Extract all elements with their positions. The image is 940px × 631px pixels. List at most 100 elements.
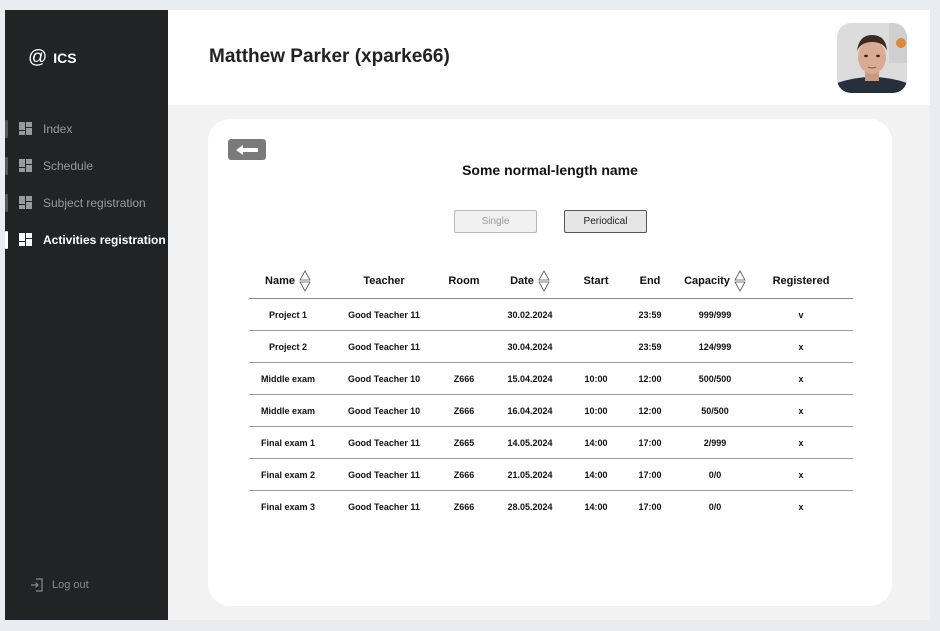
at-symbol-icon: @	[28, 47, 48, 68]
cell-registered[interactable]: v	[749, 310, 853, 320]
table-row[interactable]: Middle exam Good Teacher 10 Z666 15.04.2…	[249, 363, 853, 395]
cell-start: 14:00	[584, 469, 608, 480]
cell-capacity: 500/500	[698, 373, 732, 384]
nav-indicator	[5, 194, 8, 212]
cell-end: 23:59	[638, 309, 662, 320]
cell-teacher: Good Teacher 11	[348, 341, 420, 352]
cell-room: Z666	[453, 469, 475, 480]
cell-teacher: Good Teacher 10	[347, 405, 421, 416]
column-header-end: End	[639, 275, 661, 287]
column-header-teacher: Teacher	[363, 275, 405, 287]
cell-name: Middle exam	[260, 405, 316, 416]
cell-room: Z666	[453, 405, 475, 416]
table-row[interactable]: Middle exam Good Teacher 10 Z666 16.04.2…	[249, 395, 853, 427]
dashboard-icon	[19, 196, 32, 209]
avatar-photo	[837, 23, 907, 93]
table-row[interactable]: Project 2 Good Teacher 11 30.04.2024 23:…	[249, 331, 853, 363]
cell-date: 30.02.2024	[507, 309, 553, 320]
column-header-registered: Registered	[772, 275, 830, 287]
table-row[interactable]: Final exam 1 Good Teacher 11 Z665 14.05.…	[249, 427, 853, 459]
activities-table: Name Teacher Room Date Start End Capacit…	[249, 264, 853, 523]
app-window: @ ICS Index Schedule Subject registratio…	[5, 10, 930, 620]
cell-registered[interactable]: x	[749, 470, 853, 480]
cell-teacher: Good Teacher 11	[348, 437, 420, 448]
cell-teacher: Good Teacher 10	[347, 373, 421, 384]
sort-icon[interactable]	[734, 270, 746, 292]
cell-capacity: 50/500	[701, 405, 729, 416]
dashboard-icon	[19, 122, 32, 135]
cell-teacher: Good Teacher 11	[348, 309, 420, 320]
nav-indicator	[5, 120, 8, 138]
app-logo: @ ICS	[28, 47, 77, 69]
nav-indicator	[5, 157, 8, 175]
cell-registered[interactable]: x	[749, 374, 853, 384]
column-header-room: Room	[448, 275, 480, 287]
cell-start: 14:00	[584, 437, 608, 448]
cell-end: 17:00	[638, 502, 662, 512]
periodical-toggle-button[interactable]: Periodical	[564, 210, 647, 233]
logout-label: Log out	[52, 579, 89, 591]
sort-icon[interactable]	[538, 270, 550, 292]
cell-date: 28.05.2024	[507, 502, 553, 512]
app-logo-text: ICS	[53, 50, 77, 66]
cell-capacity: 0/0	[708, 469, 722, 480]
cell-start: 10:00	[584, 373, 608, 384]
single-toggle-button[interactable]: Single	[454, 210, 537, 233]
cell-start: 14:00	[584, 502, 608, 512]
avatar[interactable]	[837, 23, 907, 93]
table-row[interactable]: Final exam 3 Good Teacher 11 Z666 28.05.…	[249, 491, 853, 523]
page-header: Matthew Parker (xparke66)	[168, 10, 930, 105]
cell-start: 10:00	[584, 405, 608, 416]
cell-room: Z665	[453, 437, 475, 448]
cell-teacher: Good Teacher 11	[348, 502, 420, 512]
dashboard-icon	[19, 233, 32, 246]
cell-name: Middle exam	[260, 373, 316, 384]
sort-icon[interactable]	[299, 270, 311, 292]
table-row[interactable]: Project 1 Good Teacher 11 30.02.2024 23:…	[249, 299, 853, 331]
cell-teacher: Good Teacher 11	[348, 469, 420, 480]
back-button[interactable]	[228, 139, 266, 160]
page-title: Some normal-length name	[462, 162, 638, 178]
cell-name: Project 1	[268, 309, 308, 320]
cell-name: Project 2	[268, 341, 308, 352]
sidebar-item-label: Activities registration	[43, 232, 166, 247]
cell-registered[interactable]: x	[749, 406, 853, 416]
cell-registered[interactable]: x	[749, 342, 853, 352]
cell-name: Final exam 3	[260, 502, 316, 512]
cell-capacity: 2/999	[703, 437, 727, 448]
cell-end: 17:00	[638, 469, 662, 480]
cell-room: Z666	[453, 502, 475, 512]
sidebar-item-subject-registration[interactable]: Subject registration	[5, 184, 168, 221]
sidebar-item-label: Subject registration	[43, 195, 146, 210]
column-header-capacity[interactable]: Capacity	[681, 270, 749, 292]
cell-registered[interactable]: x	[749, 438, 853, 448]
sidebar-item-activities-registration[interactable]: Activities registration	[5, 221, 168, 258]
cell-capacity: 0/0	[708, 502, 722, 512]
sidebar-item-label: Schedule	[43, 158, 94, 173]
cell-end: 17:00	[638, 437, 662, 448]
cell-date: 15.04.2024	[507, 373, 553, 384]
cell-capacity: 124/999	[698, 341, 732, 352]
cell-name: Final exam 1	[260, 437, 316, 448]
column-header-date[interactable]: Date	[487, 270, 573, 292]
cell-date: 30.04.2024	[507, 341, 553, 352]
cell-name: Final exam 2	[260, 469, 316, 480]
sidebar: @ ICS Index Schedule Subject registratio…	[5, 10, 168, 620]
sidebar-item-label: Index	[43, 121, 73, 136]
cell-end: 12:00	[638, 373, 662, 384]
sidebar-item-index[interactable]: Index	[5, 110, 168, 147]
column-header-name[interactable]: Name	[249, 270, 327, 292]
user-name: Matthew Parker (xparke66)	[209, 46, 450, 67]
cell-end: 12:00	[638, 405, 662, 416]
logout-button[interactable]: Log out	[30, 578, 89, 592]
cell-date: 14.05.2024	[507, 437, 553, 448]
arrow-left-icon	[236, 144, 258, 155]
sidebar-item-schedule[interactable]: Schedule	[5, 147, 168, 184]
cell-room: Z666	[453, 373, 475, 384]
activities-card: Some normal-length name Single Periodica…	[208, 119, 892, 606]
column-header-start: Start	[583, 275, 609, 287]
cell-end: 23:59	[638, 341, 662, 352]
table-row[interactable]: Final exam 2 Good Teacher 11 Z666 21.05.…	[249, 459, 853, 491]
sidebar-nav: Index Schedule Subject registration Acti…	[5, 110, 168, 258]
cell-registered[interactable]: x	[749, 502, 853, 512]
